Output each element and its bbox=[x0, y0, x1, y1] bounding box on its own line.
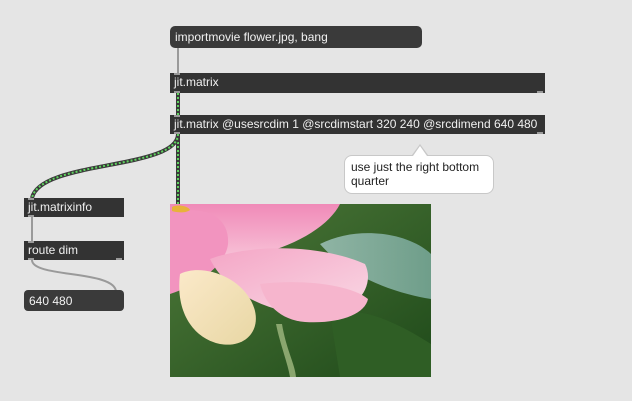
inlet[interactable] bbox=[28, 241, 34, 243]
comment-text: use just the right bottom quarter bbox=[351, 160, 480, 188]
comment-tail bbox=[413, 146, 427, 156]
outlet[interactable] bbox=[28, 215, 34, 217]
inlet[interactable] bbox=[174, 73, 180, 75]
outlet-right[interactable] bbox=[116, 258, 122, 260]
cord-route-to-number[interactable] bbox=[31, 259, 117, 293]
number-box-value: 640 480 bbox=[29, 294, 73, 308]
jit-matrix-srcdim-label: jit.matrix @usesrcdim 1 @srcdimstart 320… bbox=[174, 117, 538, 131]
importmovie-message-label: importmovie flower.jpg, bang bbox=[175, 30, 328, 44]
outlet[interactable] bbox=[174, 91, 180, 93]
cord-matrix-to-matrixinfo[interactable] bbox=[30, 133, 180, 199]
number-box[interactable]: 640 480 bbox=[24, 290, 124, 311]
jit-pwindow-display[interactable] bbox=[170, 204, 431, 377]
outlet-right[interactable] bbox=[537, 132, 543, 134]
comment-bubble: use just the right bottom quarter bbox=[344, 144, 494, 194]
lotus-flower-image bbox=[170, 204, 431, 377]
inlet[interactable] bbox=[174, 115, 180, 117]
importmovie-message[interactable]: importmovie flower.jpg, bang bbox=[170, 26, 422, 48]
outlet[interactable] bbox=[28, 258, 34, 260]
jit-matrixinfo-object[interactable]: jit.matrixinfo bbox=[24, 198, 124, 217]
jit-matrix-srcdim-object[interactable]: jit.matrix @usesrcdim 1 @srcdimstart 320… bbox=[170, 115, 545, 134]
route-dim-object[interactable]: route dim bbox=[24, 241, 124, 260]
outlet[interactable] bbox=[174, 132, 180, 134]
route-dim-label: route dim bbox=[28, 243, 79, 257]
jit-matrixinfo-label: jit.matrixinfo bbox=[28, 200, 93, 214]
inlet[interactable] bbox=[28, 198, 34, 200]
jit-matrix-label: jit.matrix bbox=[174, 75, 219, 89]
jit-matrix-object[interactable]: jit.matrix bbox=[170, 73, 545, 93]
outlet-right[interactable] bbox=[537, 91, 543, 93]
